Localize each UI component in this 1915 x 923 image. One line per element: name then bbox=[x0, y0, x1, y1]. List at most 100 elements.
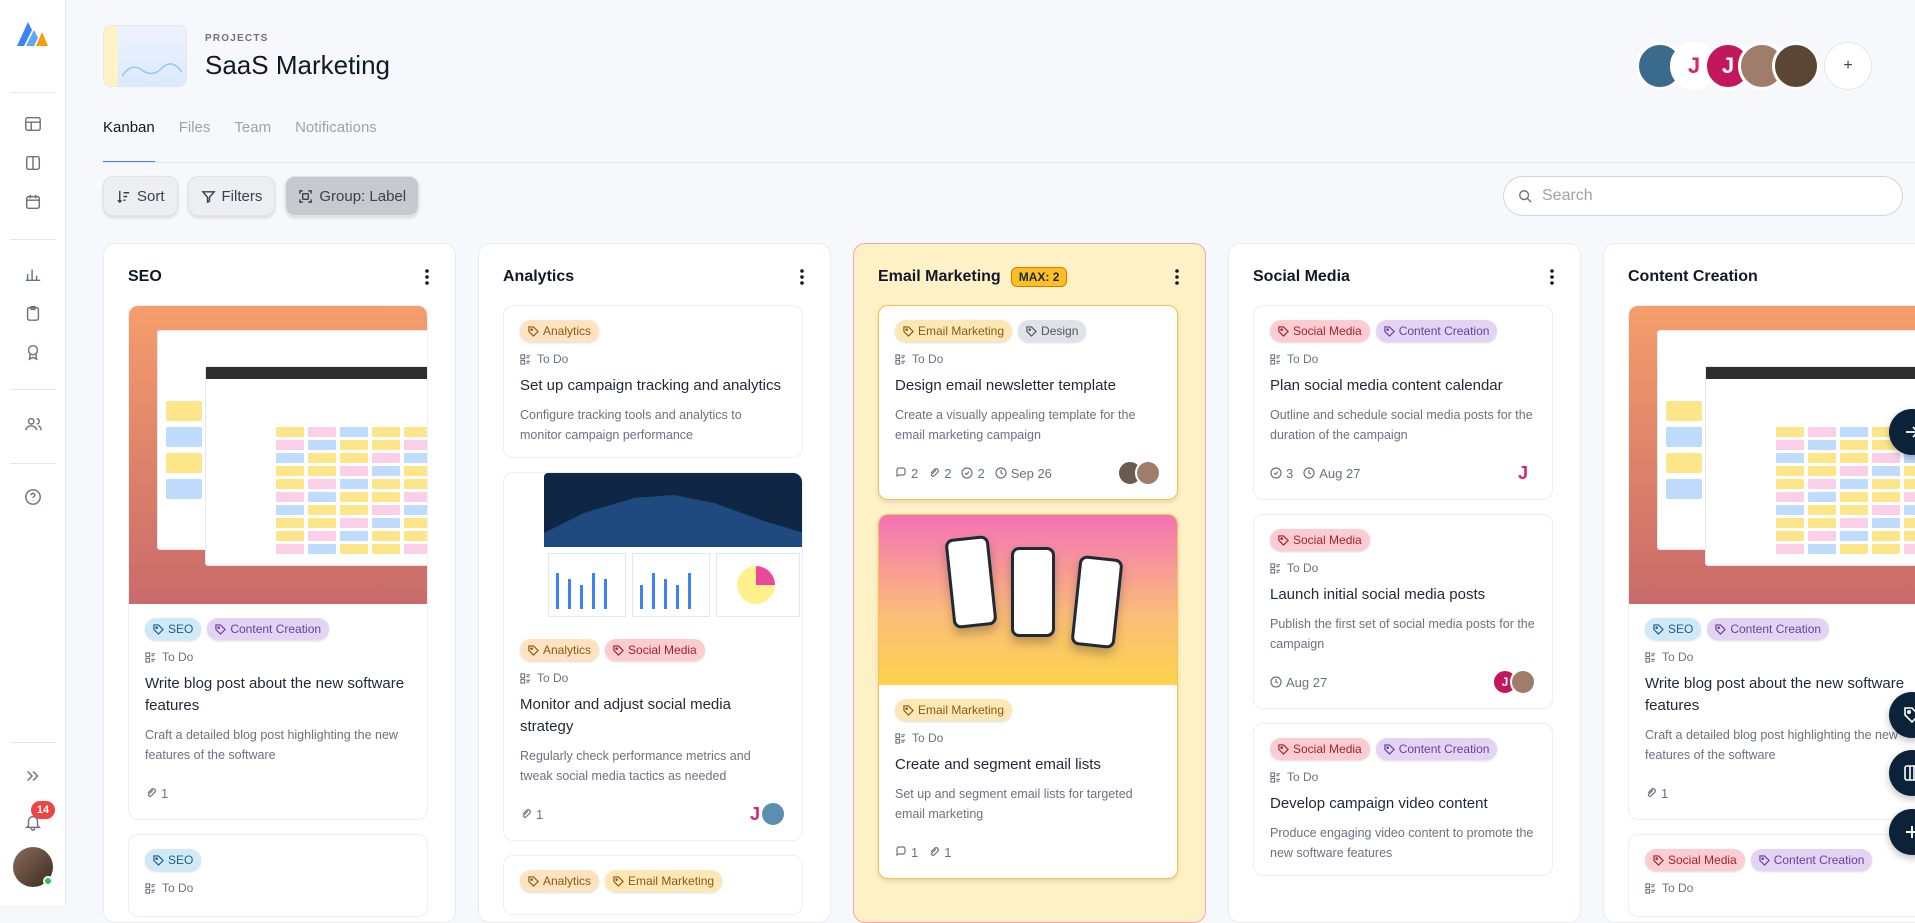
columns-icon[interactable] bbox=[20, 150, 46, 176]
tab-files[interactable]: Files bbox=[179, 115, 211, 163]
column-header: Social Media bbox=[1253, 264, 1350, 290]
task-card[interactable]: Email Marketing Design To Do Design email n… bbox=[878, 305, 1178, 500]
label-tag[interactable]: Content Creation bbox=[1707, 618, 1830, 640]
task-description: Create a visually appealing template for… bbox=[895, 408, 1136, 442]
task-title[interactable]: Plan social media content calendar bbox=[1270, 375, 1536, 397]
card-meta: Sep 26 bbox=[995, 466, 1052, 481]
label-tag[interactable]: Social Media bbox=[1270, 529, 1370, 551]
assignee-avatar[interactable] bbox=[760, 801, 786, 827]
plus-icon bbox=[1906, 826, 1915, 838]
award-icon[interactable] bbox=[20, 339, 46, 365]
assignees[interactable] bbox=[1117, 460, 1161, 486]
status-icon bbox=[895, 353, 906, 365]
task-card[interactable]: SEO Content Creation To Do Write blog post … bbox=[128, 305, 428, 820]
task-card[interactable]: SEO Content Creation To Do Write blog post … bbox=[1628, 305, 1915, 820]
assignee-avatar[interactable] bbox=[1135, 460, 1161, 486]
label-tag[interactable]: Content Creation bbox=[207, 618, 330, 640]
paperclip-icon bbox=[522, 809, 531, 818]
chart-icon[interactable] bbox=[20, 261, 46, 287]
label-tag[interactable]: Analytics bbox=[520, 639, 600, 661]
label-tag[interactable]: Analytics bbox=[520, 320, 600, 342]
add-member-button[interactable]: + bbox=[1824, 42, 1872, 90]
paperclip-icon bbox=[1647, 788, 1656, 797]
assignee-avatar[interactable]: J bbox=[1510, 460, 1536, 486]
label-tag[interactable]: Social Media bbox=[1270, 738, 1370, 760]
label-tag[interactable]: Content Creation bbox=[1375, 738, 1498, 760]
app-logo-icon[interactable] bbox=[14, 18, 50, 50]
clock-icon bbox=[995, 467, 1007, 479]
tag-icon bbox=[528, 875, 539, 887]
calendar-icon[interactable] bbox=[20, 189, 46, 215]
label-tag[interactable]: Email Marketing bbox=[605, 870, 723, 892]
column-cards: Email Marketing Design To Do Design email n… bbox=[878, 305, 1178, 893]
task-title[interactable]: Create and segment email lists bbox=[895, 754, 1161, 776]
member-avatar[interactable] bbox=[1772, 42, 1820, 90]
tab-kanban[interactable]: Kanban bbox=[103, 115, 155, 163]
meta-value: 3 bbox=[1286, 465, 1294, 481]
assignees[interactable]: J bbox=[1492, 669, 1536, 695]
task-card[interactable]: Analytics Social Media To Do Monitor and ad… bbox=[503, 472, 803, 841]
column-header: SEO bbox=[128, 264, 162, 290]
assignees[interactable]: J bbox=[1510, 460, 1536, 486]
users-icon[interactable] bbox=[20, 411, 46, 437]
column-menu-button[interactable] bbox=[1167, 266, 1187, 288]
task-card[interactable]: Email Marketing To Do Create and segment e… bbox=[878, 514, 1178, 879]
label-tag[interactable]: Email Marketing bbox=[895, 320, 1013, 342]
task-title[interactable]: Set up campaign tracking and analytics bbox=[520, 375, 786, 397]
assignee-avatar[interactable] bbox=[1510, 669, 1536, 695]
task-title[interactable]: Launch initial social media posts bbox=[1270, 584, 1536, 606]
search-box[interactable] bbox=[1503, 176, 1903, 216]
task-title[interactable]: Monitor and adjust social media strategy bbox=[520, 694, 786, 738]
kanban-column: Social Media Social Media Content Creation… bbox=[1228, 243, 1581, 923]
label-tag[interactable]: Social Media bbox=[605, 639, 705, 661]
task-title[interactable]: Write blog post about the new software f… bbox=[145, 673, 411, 717]
task-title[interactable]: Develop campaign video content bbox=[1270, 793, 1536, 815]
kanban-column: SEO SEO Content Creation To Do Write blog po… bbox=[103, 243, 456, 923]
task-card[interactable]: Analytics To Do Set up campaign tracking a… bbox=[503, 305, 803, 458]
column-menu-button[interactable] bbox=[792, 266, 812, 288]
label-tag[interactable]: Design bbox=[1018, 320, 1087, 342]
label-tag[interactable]: SEO bbox=[145, 618, 202, 640]
clipboard-icon[interactable] bbox=[20, 300, 46, 326]
breadcrumb[interactable]: PROJECTS bbox=[205, 33, 269, 44]
label-text: Analytics bbox=[543, 874, 592, 888]
card-meta: 3 bbox=[1270, 466, 1293, 481]
label-tag[interactable]: SEO bbox=[1645, 618, 1702, 640]
card-tags: Email Marketing bbox=[895, 699, 1161, 721]
label-tag[interactable]: Analytics bbox=[520, 870, 600, 892]
status-icon bbox=[1645, 651, 1656, 663]
search-input[interactable] bbox=[1542, 187, 1882, 205]
label-tag[interactable]: SEO bbox=[145, 849, 202, 871]
task-title[interactable]: Design email newsletter template bbox=[895, 375, 1161, 397]
label-tag[interactable]: Social Media bbox=[1645, 849, 1745, 871]
task-card[interactable]: Analytics Email Marketing bbox=[503, 855, 803, 915]
help-icon[interactable] bbox=[20, 484, 46, 510]
layout-icon[interactable] bbox=[20, 111, 46, 137]
project-members[interactable]: J J + bbox=[1636, 42, 1872, 90]
task-card[interactable]: Social Media Content Creation To Do Develop… bbox=[1253, 723, 1553, 876]
group-by-button[interactable]: Group: Label bbox=[285, 176, 420, 216]
filters-button[interactable]: Filters bbox=[187, 176, 276, 216]
tab-divider bbox=[103, 162, 1915, 163]
column-menu-button[interactable] bbox=[1542, 266, 1562, 288]
label-tag[interactable]: Content Creation bbox=[1750, 849, 1873, 871]
card-cover-image bbox=[1629, 306, 1915, 604]
group-icon bbox=[299, 189, 313, 203]
assignees[interactable]: J bbox=[742, 801, 786, 827]
label-tag[interactable]: Email Marketing bbox=[895, 699, 1013, 721]
task-card[interactable]: Social Media To Do Launch initial social m… bbox=[1253, 514, 1553, 709]
tab-notifications[interactable]: Notifications bbox=[295, 115, 377, 163]
column-menu-button[interactable] bbox=[417, 266, 437, 288]
task-title[interactable]: Write blog post about the new software f… bbox=[1645, 673, 1911, 717]
status-icon bbox=[1270, 562, 1281, 574]
label-text: Social Media bbox=[1293, 324, 1362, 338]
label-text: SEO bbox=[168, 622, 194, 636]
more-vertical-icon bbox=[1550, 269, 1554, 285]
expand-sidebar-icon[interactable] bbox=[20, 763, 46, 789]
label-text: SEO bbox=[168, 853, 194, 867]
sort-button[interactable]: Sort bbox=[103, 176, 178, 216]
tab-team[interactable]: Team bbox=[234, 115, 271, 163]
task-card[interactable]: Social Media Content Creation To Do Plan so… bbox=[1253, 305, 1553, 500]
label-tag[interactable]: Social Media bbox=[1270, 320, 1370, 342]
label-tag[interactable]: Content Creation bbox=[1375, 320, 1498, 342]
